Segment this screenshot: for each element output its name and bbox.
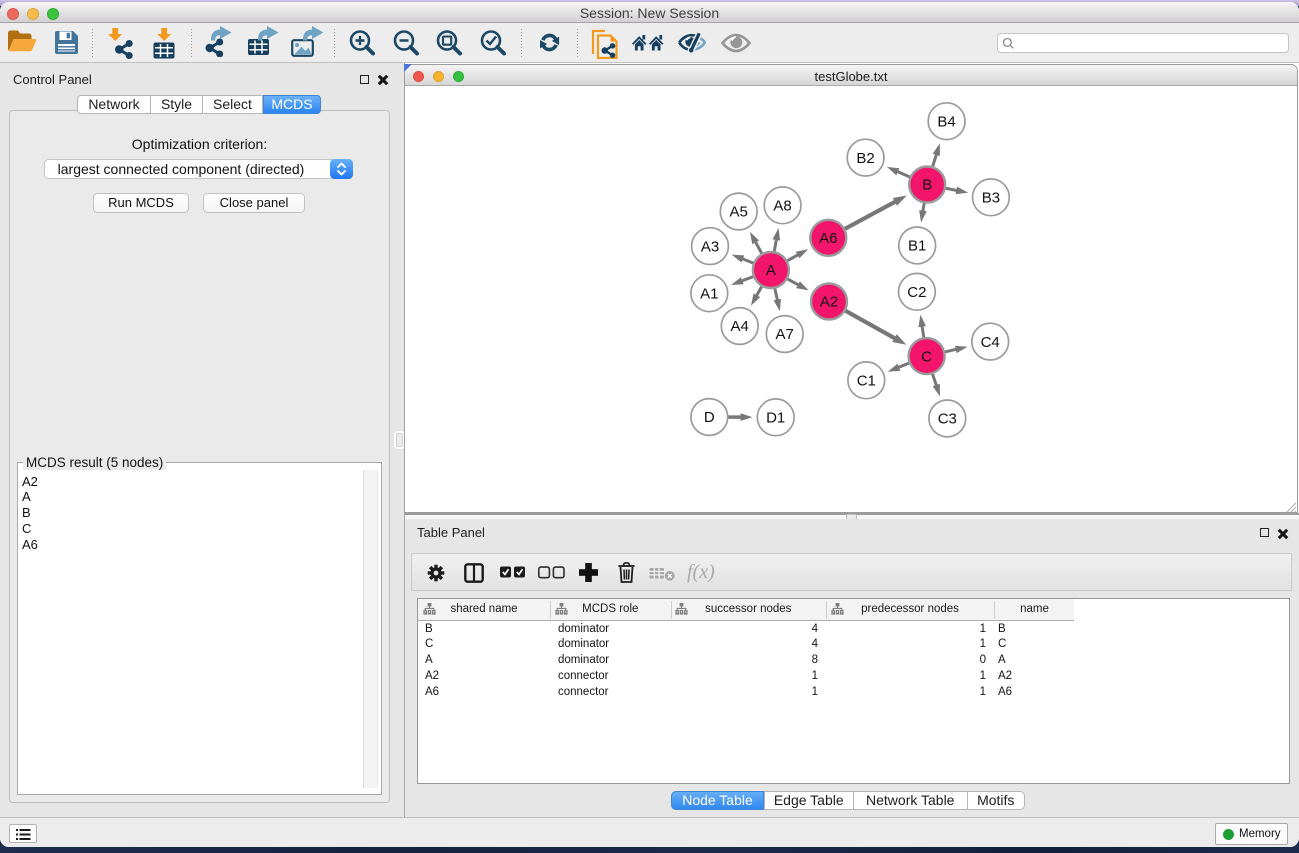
svg-text:C2: C2 [907,284,926,301]
svg-text:C4: C4 [981,334,1000,351]
svg-text:C1: C1 [857,373,876,390]
svg-text:B1: B1 [908,238,926,255]
svg-text:A6: A6 [819,230,837,247]
svg-text:B: B [922,177,932,194]
svg-text:D1: D1 [766,410,785,427]
svg-text:D: D [704,409,715,426]
svg-text:B4: B4 [937,113,955,130]
svg-text:B3: B3 [982,190,1000,207]
svg-text:A7: A7 [776,326,794,343]
svg-text:A2: A2 [820,294,838,311]
svg-text:C3: C3 [938,411,957,428]
svg-text:C: C [921,348,932,365]
svg-text:A5: A5 [730,204,748,221]
svg-text:A8: A8 [773,198,791,215]
svg-text:A: A [766,262,776,279]
svg-text:B2: B2 [856,150,874,167]
svg-text:A1: A1 [700,285,718,302]
svg-text:A4: A4 [731,318,749,335]
svg-text:A3: A3 [701,238,719,255]
